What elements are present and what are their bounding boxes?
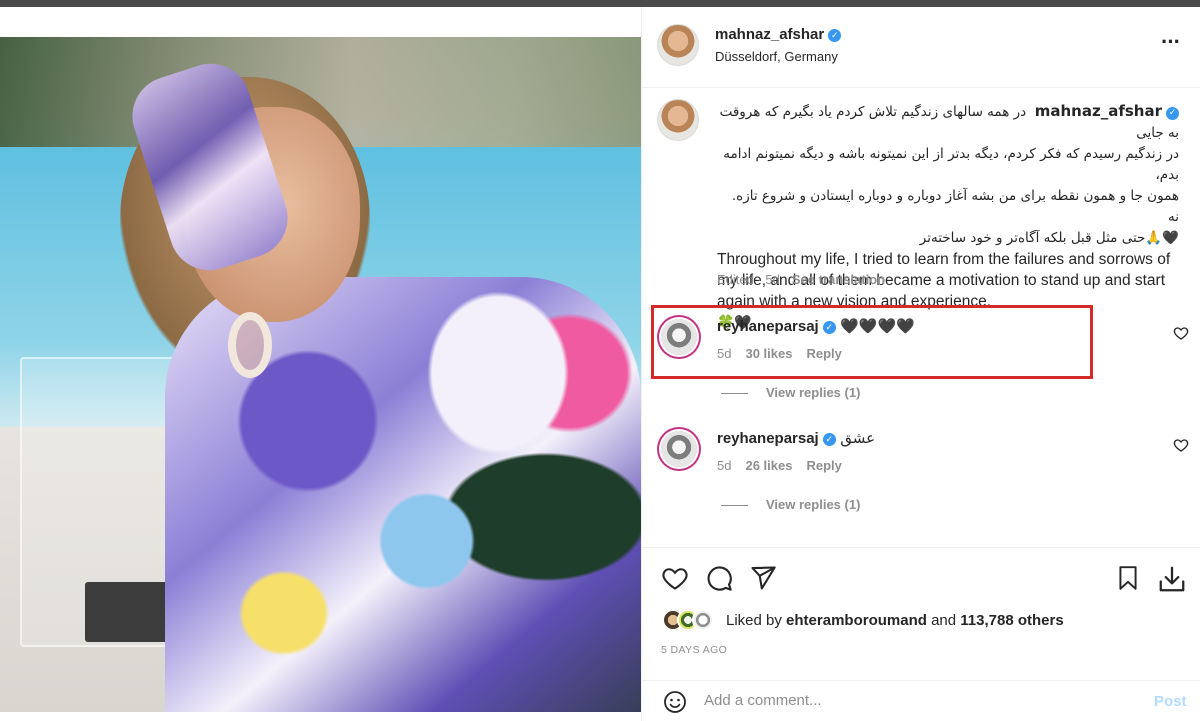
comment-avatar[interactable]: [661, 431, 697, 467]
download-icon[interactable]: [1157, 564, 1187, 594]
comment-body: reyhaneparsaj ✓ عشق: [717, 429, 875, 448]
emoji-icon[interactable]: [663, 690, 687, 714]
comment-icon[interactable]: [705, 564, 733, 592]
verified-badge-icon: ✓: [828, 29, 842, 42]
add-comment-input[interactable]: [704, 692, 1104, 709]
post-comment-button[interactable]: Post: [1154, 693, 1187, 710]
edited-label: Edited · 5d: [717, 272, 780, 287]
see-translation-link[interactable]: See translation: [792, 272, 885, 287]
caption-persian: mahnaz_afshar ✓ در همه سالهای زندگیم تلاش…: [717, 101, 1179, 249]
view-replies-line: [721, 393, 748, 395]
comment-meta: 5d 26 likes Reply: [717, 458, 842, 473]
caption-fa-line: در زندگیم رسیدم که فکر کردم، دیگه بدتر ا…: [723, 146, 1179, 183]
post-timestamp[interactable]: 5 DAYS AGO: [661, 644, 727, 656]
add-comment-bar: Post: [642, 680, 1200, 721]
post-actions-bar: [642, 547, 1200, 607]
comment-avatar[interactable]: [661, 319, 697, 355]
post-photo[interactable]: [0, 7, 641, 721]
verified-badge-icon: ✓: [822, 433, 836, 446]
caption-fa-line: 🖤🙏حتی مثل قبل بلکه آگاه‌تر و خود ساخته‌ت…: [919, 230, 1179, 246]
likes-text: Liked by ehteramboroumand and 113,788 ot…: [726, 612, 1064, 629]
author-avatar[interactable]: [657, 24, 699, 66]
comment-likes[interactable]: 30 likes: [745, 346, 792, 361]
comment-age: 5d: [717, 458, 732, 473]
heart-icon[interactable]: [661, 564, 689, 592]
view-replies-line: [721, 505, 748, 507]
comment-username[interactable]: reyhaneparsaj ✓: [717, 318, 836, 335]
share-icon[interactable]: [749, 564, 777, 592]
likes-summary: Liked by ehteramboroumand and 113,788 ot…: [662, 609, 1182, 633]
comment-meta: 5d 30 likes Reply: [717, 346, 842, 361]
image-person-earring: [228, 312, 272, 378]
view-replies-button[interactable]: View replies (1): [721, 385, 860, 400]
comment-username[interactable]: reyhaneparsaj ✓: [717, 430, 836, 447]
verified-badge-icon: ✓: [822, 321, 836, 334]
likes-others-count[interactable]: 113,788 others: [960, 612, 1063, 629]
author-username[interactable]: mahnaz_afshar ✓: [715, 26, 842, 43]
view-replies-button[interactable]: View replies (1): [721, 497, 860, 512]
liker-username[interactable]: ehteramboroumand: [786, 612, 927, 629]
caption-meta: Edited · 5d See translation: [717, 272, 885, 287]
post-location[interactable]: Düsseldorf, Germany: [715, 49, 838, 64]
comment-heart-icon[interactable]: [1173, 437, 1189, 453]
verified-badge-icon: ✓: [1166, 107, 1179, 120]
post-header: mahnaz_afshar ✓ Düsseldorf, Germany ···: [642, 7, 1200, 88]
comment-body: reyhaneparsaj ✓ 🖤🖤🖤🖤: [717, 317, 915, 336]
comment-reply-button[interactable]: Reply: [806, 458, 841, 473]
caption-fa-line: همون جا و همون نقطه برای من بشه آغاز دوب…: [731, 188, 1179, 225]
comment-age: 5d: [717, 346, 732, 361]
comment-likes[interactable]: 26 likes: [745, 458, 792, 473]
caption-fa-line: mahnaz_afshar ✓ در همه سالهای زندگیم تلاش…: [719, 102, 1179, 141]
caption-author-username[interactable]: mahnaz_afshar ✓: [1035, 102, 1179, 120]
post-side-panel: mahnaz_afshar ✓ Düsseldorf, Germany ··· m…: [641, 7, 1200, 721]
caption-author-avatar[interactable]: [657, 99, 699, 141]
comment-text: 🖤🖤🖤🖤: [840, 318, 915, 335]
comment-heart-icon[interactable]: [1173, 325, 1189, 341]
likes-prefix: Liked by: [726, 612, 782, 629]
author-username-text[interactable]: mahnaz_afshar: [715, 26, 824, 43]
caption: mahnaz_afshar ✓ در همه سالهای زندگیم تلاش…: [717, 101, 1179, 333]
liker-avatar[interactable]: [692, 609, 714, 631]
browser-top-bar: [0, 0, 1200, 7]
comment-reply-button[interactable]: Reply: [806, 346, 841, 361]
likes-and: and: [931, 612, 957, 629]
bookmark-icon[interactable]: [1115, 564, 1141, 592]
post-image: [0, 37, 641, 712]
comment-text: عشق: [840, 430, 876, 447]
more-options-icon[interactable]: ···: [1161, 29, 1181, 55]
